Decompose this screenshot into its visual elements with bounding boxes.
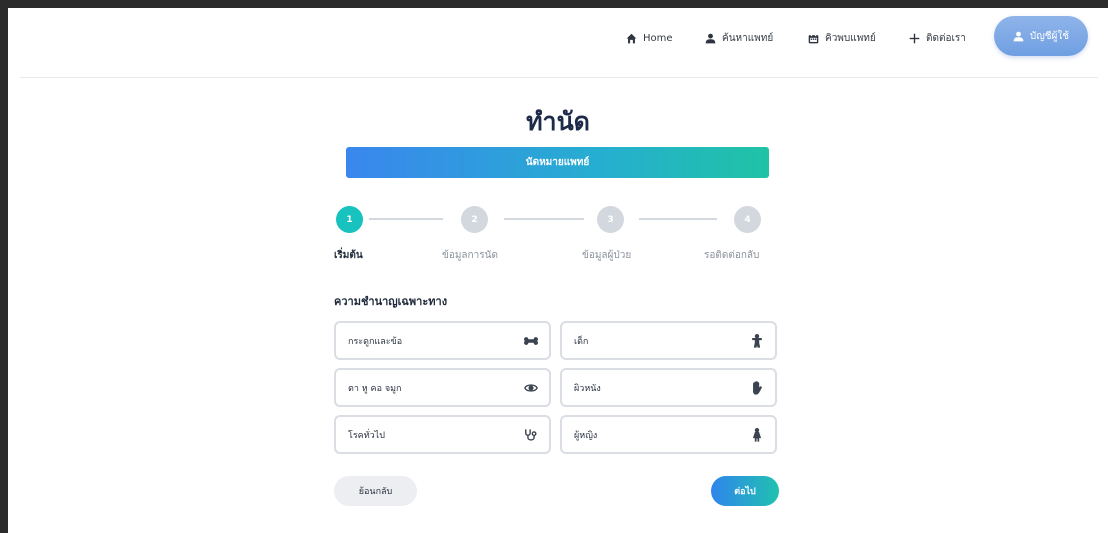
step-3-label: ข้อมูลผู้ป่วย (582, 250, 632, 261)
child-icon (752, 333, 762, 348)
step-connector-2 (504, 218, 584, 220)
account-button-label: บัญชีผู้ใช้ (1029, 30, 1070, 42)
specialty-option-ent[interactable]: ตา หู คอ จมูก (334, 368, 551, 407)
specialty-label: ความชำนาญเฉพาะทาง (334, 295, 448, 308)
specialty-option-dermatology[interactable]: ผิวหนัง (560, 368, 777, 407)
eye-icon (524, 383, 538, 392)
specialty-option-women[interactable]: ผู้หญิง (560, 415, 777, 454)
specialty-option-pediatrics[interactable]: เด็ก (560, 321, 777, 360)
user-icon (1013, 31, 1024, 41)
hand-icon (753, 380, 762, 395)
option-label: ผู้หญิง (574, 430, 598, 441)
nav-doctor-queue-label: คิวพบแพทย์ (825, 32, 876, 44)
back-button[interactable]: ย้อนกลับ (334, 476, 417, 506)
home-icon (626, 33, 637, 43)
female-icon (752, 427, 762, 442)
appointment-banner: นัดหมายแพทย์ (346, 147, 769, 178)
navbar-divider (20, 77, 1098, 78)
step-1-label: เริ่มต้น (334, 250, 363, 261)
option-label: เด็ก (574, 336, 589, 347)
plus-icon (909, 33, 920, 43)
top-navbar: Home ค้นหาแพทย์ คิวพบแพทย์ ติดต่อเรา บัญ… (8, 8, 1108, 78)
calendar-icon (808, 32, 819, 43)
nav-contact-label: ติดต่อเรา (926, 32, 966, 44)
page: Home ค้นหาแพทย์ คิวพบแพทย์ ติดต่อเรา บัญ… (8, 8, 1108, 533)
option-label: โรคทั่วไป (348, 430, 385, 441)
bone-icon (524, 336, 538, 345)
step-4-label: รอติดต่อกลับ (704, 250, 760, 261)
step-3-circle: 3 (597, 206, 624, 233)
stethoscope-icon (525, 428, 537, 441)
user-md-icon (705, 33, 716, 43)
next-button[interactable]: ต่อไป (711, 476, 779, 506)
step-2-label: ข้อมูลการนัด (442, 250, 498, 261)
specialty-option-general[interactable]: โรคทั่วไป (334, 415, 551, 454)
step-4-circle: 4 (734, 206, 761, 233)
step-connector-3 (639, 218, 717, 220)
nav-doctor-queue[interactable]: คิวพบแพทย์ (808, 29, 876, 47)
account-button[interactable]: บัญชีผู้ใช้ (994, 16, 1088, 56)
option-label: ตา หู คอ จมูก (348, 383, 402, 394)
option-label: กระดูกและข้อ (348, 336, 403, 347)
step-connector-1 (369, 218, 443, 220)
specialty-option-orthopedics[interactable]: กระดูกและข้อ (334, 321, 551, 360)
nav-find-doctor-label: ค้นหาแพทย์ (722, 32, 774, 44)
nav-home-label: Home (643, 32, 673, 44)
step-2-circle: 2 (461, 206, 488, 233)
page-title: ทำนัด (526, 107, 590, 136)
nav-home[interactable]: Home (626, 29, 673, 47)
step-1-circle: 1 (336, 206, 363, 233)
nav-contact[interactable]: ติดต่อเรา (909, 29, 966, 47)
option-label: ผิวหนัง (574, 383, 601, 394)
nav-find-doctor[interactable]: ค้นหาแพทย์ (705, 29, 773, 47)
